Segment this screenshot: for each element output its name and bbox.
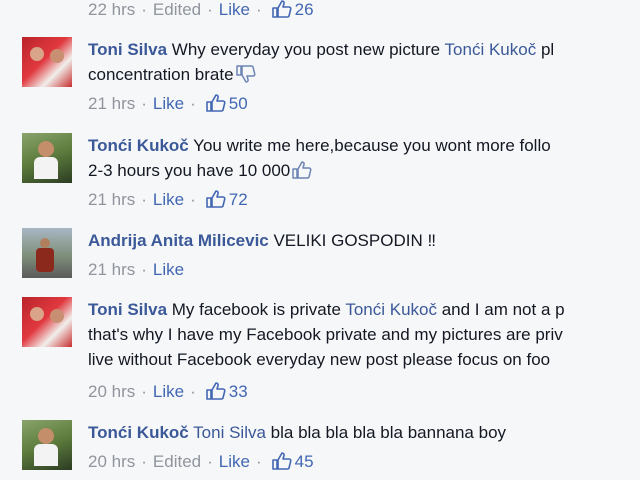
separator-dot: · xyxy=(255,0,262,19)
like-count[interactable]: 50 xyxy=(229,94,248,113)
avatar[interactable] xyxy=(22,228,72,278)
avatar[interactable] xyxy=(22,297,72,347)
like-count[interactable]: 72 xyxy=(229,190,248,209)
thumbs-up-icon[interactable] xyxy=(271,452,292,475)
comment-author[interactable]: Tonći Kukoč xyxy=(88,136,189,155)
thumbs-down-emoticon-icon xyxy=(235,64,257,91)
comment-mention[interactable]: Tonći Kukoč xyxy=(345,300,437,319)
like-link[interactable]: Like xyxy=(153,94,184,113)
thumbs-up-icon[interactable] xyxy=(205,94,226,117)
like-link[interactable]: Like xyxy=(219,0,250,19)
thumbs-up-emoticon-icon xyxy=(291,160,313,187)
timestamp[interactable]: 22 hrs xyxy=(88,0,135,19)
comment-text: My facebook is private xyxy=(167,300,346,319)
comment-body: Tonći Kukoč You write me here,because yo… xyxy=(88,133,551,158)
timestamp[interactable]: 20 hrs xyxy=(88,382,135,401)
comment-author[interactable]: Andrija Anita Milicevic xyxy=(88,231,269,250)
separator-dot: · xyxy=(190,382,196,401)
separator-dot: · xyxy=(141,94,147,113)
timestamp[interactable]: 21 hrs xyxy=(88,190,135,209)
comment-text: and I am not a p xyxy=(437,300,565,319)
comment-body-line: 2-3 hours you have 10 000 xyxy=(88,158,313,187)
comment-text: live without Facebook everyday new post … xyxy=(88,350,551,369)
thumbs-up-icon[interactable] xyxy=(205,190,226,213)
separator-dot: · xyxy=(207,452,213,471)
comment-meta: 20 hrs · Edited · Like · 45 xyxy=(88,452,314,475)
separator-dot: · xyxy=(141,260,147,279)
comment-body: Toni Silva My facebook is private Tonći … xyxy=(88,297,565,322)
separator-dot: · xyxy=(141,452,147,471)
comment-author[interactable]: Toni Silva xyxy=(88,40,167,59)
edited-label[interactable]: Edited xyxy=(153,452,201,471)
avatar[interactable] xyxy=(22,420,72,470)
separator-dot: · xyxy=(141,0,147,19)
comment-text: 2-3 hours you have 10 000 xyxy=(88,161,291,180)
comment-author[interactable]: Tonći Kukoč xyxy=(88,423,189,442)
comment-body: Tonći Kukoč Toni Silva bla bla bla bla b… xyxy=(88,420,506,445)
avatar[interactable] xyxy=(22,37,72,87)
comment-body: Andrija Anita Milicevic VELIKI GOSPODIN … xyxy=(88,228,436,253)
timestamp[interactable]: 20 hrs xyxy=(88,452,135,471)
thumbs-up-icon[interactable] xyxy=(205,382,226,405)
separator-dot: · xyxy=(207,0,213,19)
like-link[interactable]: Like xyxy=(153,382,184,401)
comment-author[interactable]: Toni Silva xyxy=(88,300,167,319)
comment-text: pl xyxy=(536,40,555,59)
comment-meta: 21 hrs · Like · 72 xyxy=(88,190,248,213)
comment-mention[interactable]: Tonći Kukoč xyxy=(445,40,537,59)
separator-dot: · xyxy=(190,190,196,209)
like-link[interactable]: Like xyxy=(153,260,184,279)
comment-meta: 21 hrs · Like xyxy=(88,260,184,280)
comment-body: Toni Silva Why everyday you post new pic… xyxy=(88,37,554,62)
comment-mention[interactable]: Toni Silva xyxy=(193,423,266,442)
avatar[interactable] xyxy=(22,133,72,183)
thumbs-up-icon[interactable] xyxy=(271,0,292,23)
comment-body-line: live without Facebook everyday new post … xyxy=(88,347,550,372)
like-count[interactable]: 26 xyxy=(295,0,314,19)
separator-dot: · xyxy=(141,382,147,401)
comment-text: Why everyday you post new picture xyxy=(167,40,445,59)
comment-text: You write me here,because you wont more … xyxy=(188,136,551,155)
like-count[interactable]: 33 xyxy=(229,382,248,401)
comment-text: VELIKI GOSPODIN ‼ xyxy=(268,231,436,250)
comment-meta-top: 22 hrs · Edited · Like · 26 xyxy=(88,0,314,23)
separator-dot: · xyxy=(255,452,262,471)
comment-body-line: concentration brate xyxy=(88,62,257,91)
like-link[interactable]: Like xyxy=(219,452,250,471)
edited-label[interactable]: Edited xyxy=(153,0,201,19)
comment-meta: 21 hrs · Like · 50 xyxy=(88,94,248,117)
comment-body-line: that's why I have my Facebook private an… xyxy=(88,322,563,347)
comment-text: that's why I have my Facebook private an… xyxy=(88,325,563,344)
comment-text: concentration brate xyxy=(88,65,234,84)
like-link[interactable]: Like xyxy=(153,190,184,209)
timestamp[interactable]: 21 hrs xyxy=(88,94,135,113)
comment-text: bla bla bla bla bla bannana boy xyxy=(265,423,507,442)
separator-dot: · xyxy=(190,94,196,113)
comment-meta: 20 hrs · Like · 33 xyxy=(88,382,248,405)
like-count[interactable]: 45 xyxy=(295,452,314,471)
timestamp[interactable]: 21 hrs xyxy=(88,260,135,279)
separator-dot: · xyxy=(141,190,147,209)
